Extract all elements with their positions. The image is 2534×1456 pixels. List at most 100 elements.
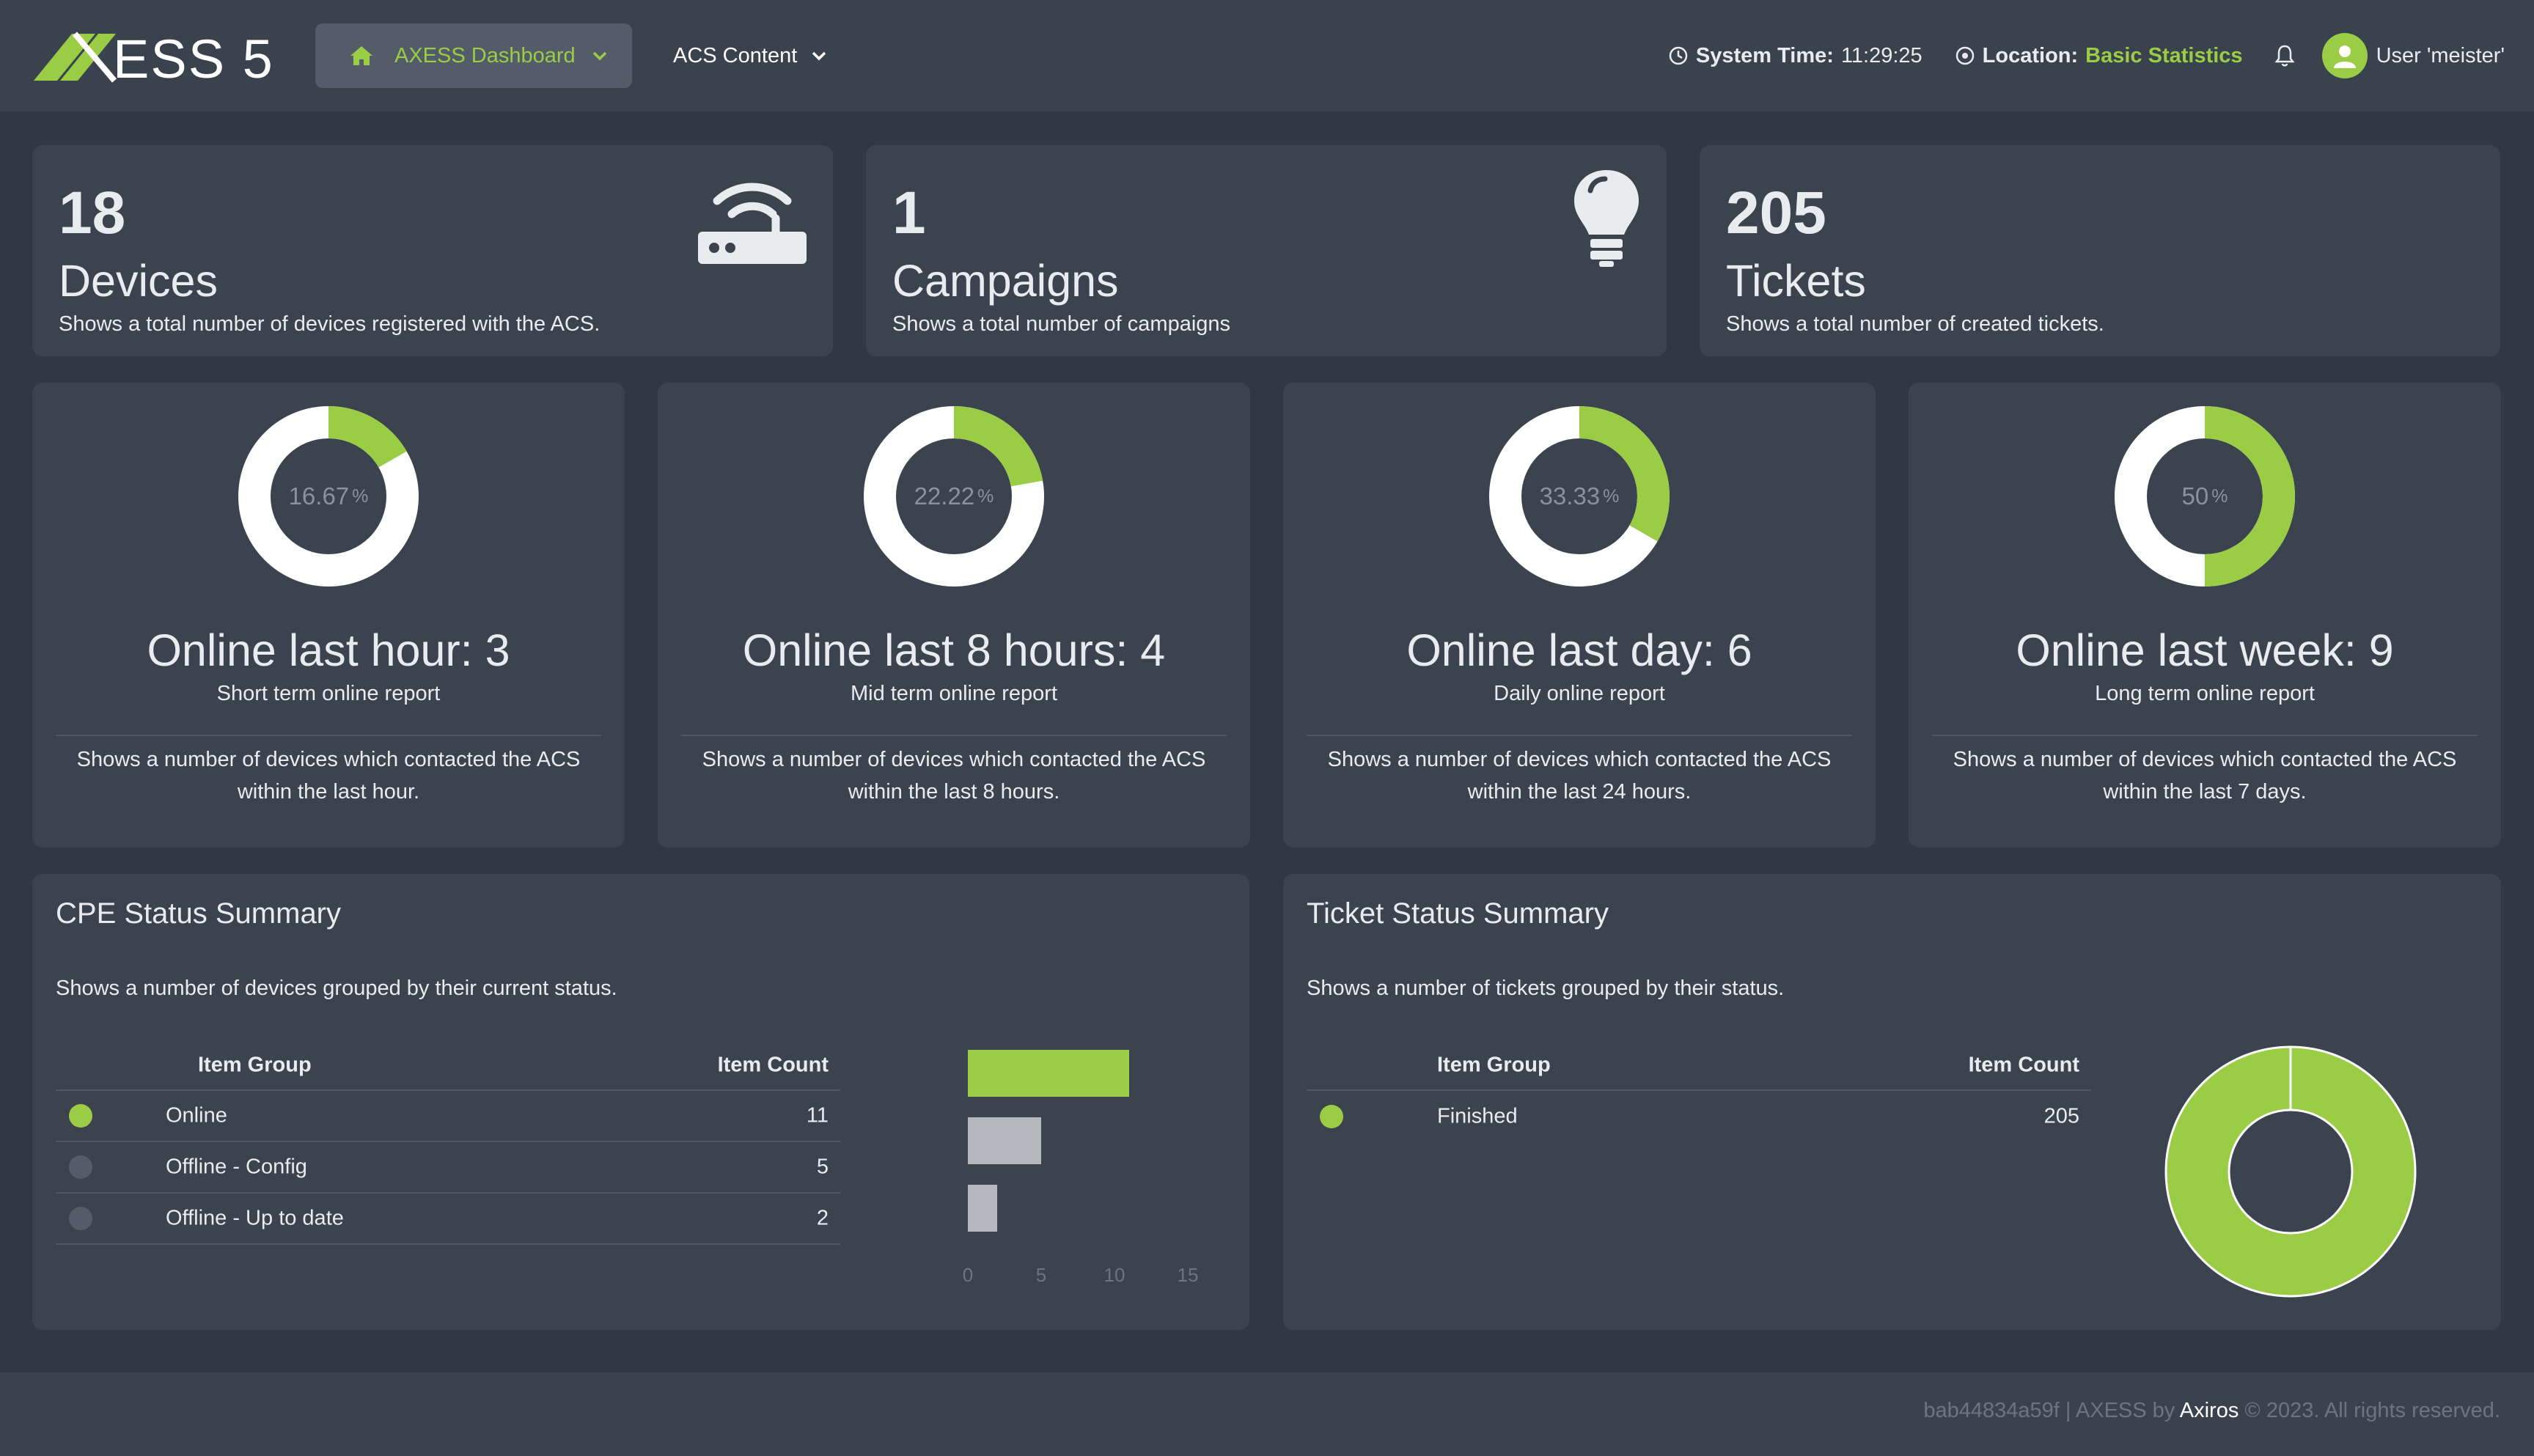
campaigns-card: 1 Campaigns Shows a total number of camp… (866, 145, 1667, 356)
donut-percent-sign: % (1603, 485, 1620, 507)
online-title: Online last hour: 3 (147, 625, 510, 675)
campaigns-title: Campaigns (892, 256, 1119, 306)
item-group: Finished (1437, 1104, 1518, 1128)
online-title: Online last day: 6 (1406, 625, 1752, 675)
system-time-label: System Time: (1695, 43, 1834, 67)
nav-axess-dashboard[interactable]: AXESS Dashboard (315, 23, 632, 88)
x-tick-label: 10 (1104, 1264, 1125, 1286)
online-donut: 50% (2113, 405, 2296, 588)
ticket-table: Item Group Item Count Finished 205 (1307, 1041, 2091, 1142)
location-icon (1955, 46, 1974, 65)
system-time: System Time: 11:29:25 (1668, 44, 1922, 68)
footer-copyright: © 2023. All rights reserved. (2239, 1399, 2500, 1422)
pie-outline-inner (2228, 1108, 2354, 1235)
chevron-down-icon (592, 51, 606, 61)
user-avatar[interactable] (2321, 33, 2368, 78)
cpe-summary-desc: Shows a number of devices grouped by the… (56, 977, 617, 1000)
system-time-value: 11:29:25 (1840, 43, 1922, 67)
status-dot-online (69, 1104, 92, 1128)
status-dot-offline (69, 1207, 92, 1230)
table-row[interactable]: Offline - Config 5 (56, 1142, 840, 1194)
online-card-day: 33.33% Online last day: 6 Daily online r… (1283, 383, 1876, 848)
item-count: 11 (806, 1103, 829, 1128)
divider (1307, 735, 1852, 736)
online-card-8hours: 22.22% Online last 8 hours: 4 Mid term o… (658, 383, 1250, 848)
ticket-pie-chart (2160, 1041, 2421, 1302)
axess-logo[interactable]: ESS 5 (34, 29, 287, 89)
chevron-down-icon (812, 51, 826, 61)
location-value[interactable]: Basic Statistics (2085, 44, 2242, 68)
footer-hash: bab44834a59f | AXESS by (1923, 1399, 2180, 1422)
online-card-hour: 16.67% Online last hour: 3 Short term on… (32, 383, 625, 848)
online-desc: Shows a number of devices which contacte… (1327, 748, 1832, 804)
online-desc: Shows a number of devices which contacte… (76, 748, 581, 804)
online-donut: 22.22% (862, 405, 1046, 588)
table-header: Item Group Item Count (1307, 1041, 2091, 1091)
online-card-week: 50% Online last week: 9 Long term online… (1909, 383, 2501, 848)
ticket-summary-desc: Shows a number of tickets grouped by the… (1307, 977, 1785, 1000)
devices-title: Devices (59, 256, 218, 306)
donut-percent: 16.67 (288, 482, 350, 510)
bar-offline-config (968, 1117, 1041, 1164)
devices-card: 18 Devices Shows a total number of devic… (32, 145, 833, 356)
lightbulb-icon (1574, 170, 1639, 267)
location-label: Location: (1982, 43, 2079, 67)
devices-count: 18 (59, 180, 126, 246)
status-area: System Time: 11:29:25 Location: Basic St… (1668, 33, 2505, 78)
col-item-group: Item Group (198, 1053, 312, 1077)
online-subtitle: Long term online report (2095, 682, 2315, 705)
svg-text:ESS 5: ESS 5 (113, 29, 274, 84)
cpe-bar-chart: 0 5 10 15 (939, 1026, 1217, 1290)
online-desc: Shows a number of devices which contacte… (1953, 748, 2457, 804)
tickets-desc: Shows a total number of created tickets. (1726, 312, 2104, 336)
footer-brand-link[interactable]: Axiros (2180, 1399, 2239, 1422)
online-subtitle: Mid term online report (850, 682, 1058, 705)
location: Location: Basic Statistics (1955, 44, 2243, 68)
bell-icon[interactable] (2274, 44, 2296, 67)
top-navbar: ESS 5 AXESS Dashboard ACS Content System… (0, 0, 2534, 111)
donut-percent-sign: % (2211, 485, 2228, 507)
x-tick-label: 0 (963, 1264, 973, 1286)
table-row[interactable]: Finished 205 (1307, 1091, 2091, 1142)
footer-text: bab44834a59f | AXESS by Axiros © 2023. A… (1923, 1399, 2500, 1423)
donut-percent-sign: % (352, 485, 369, 507)
item-count: 5 (816, 1155, 829, 1179)
online-subtitle: Daily online report (1494, 682, 1665, 705)
nav-acs-content[interactable]: ACS Content (673, 23, 828, 88)
devices-desc: Shows a total number of devices register… (59, 312, 601, 336)
item-count: 205 (2043, 1104, 2079, 1128)
campaigns-count: 1 (892, 180, 926, 246)
divider (56, 735, 601, 736)
col-item-count: Item Count (717, 1053, 829, 1077)
nav-acs-label: ACS Content (673, 43, 798, 67)
item-group: Offline - Config (166, 1155, 307, 1179)
x-tick-label: 5 (1036, 1264, 1046, 1286)
table-header: Item Group Item Count (56, 1041, 840, 1091)
user-name[interactable]: User 'meister' (2376, 44, 2505, 68)
cpe-status-summary: CPE Status Summary Shows a number of dev… (32, 874, 1249, 1330)
x-tick-label: 15 (1178, 1264, 1199, 1286)
item-group: Offline - Up to date (166, 1206, 344, 1230)
user-icon (2333, 45, 2356, 68)
online-desc: Shows a number of devices which contacte… (702, 748, 1206, 804)
table-row[interactable]: Offline - Up to date 2 (56, 1194, 840, 1245)
cpe-table: Item Group Item Count Online 11 Offline … (56, 1041, 840, 1245)
bar-online (968, 1050, 1129, 1097)
status-dot-offline (69, 1155, 92, 1179)
nav-dashboard-label: AXESS Dashboard (394, 43, 576, 67)
footer: bab44834a59f | AXESS by Axiros © 2023. A… (0, 1372, 2534, 1456)
ticket-summary-title: Ticket Status Summary (1307, 897, 1609, 930)
bar-offline-up-to-date (968, 1185, 997, 1232)
clock-icon (1669, 46, 1688, 65)
online-title: Online last week: 9 (2016, 625, 2394, 675)
pie-chart-svg (2164, 1045, 2417, 1298)
donut-percent: 33.33 (1539, 482, 1601, 510)
col-item-group: Item Group (1437, 1053, 1551, 1077)
router-icon (698, 183, 807, 264)
online-title: Online last 8 hours: 4 (742, 625, 1166, 675)
bar-chart-svg: 0 5 10 15 (963, 1050, 1199, 1286)
home-icon (350, 46, 372, 65)
divider (681, 735, 1227, 736)
table-row[interactable]: Online 11 (56, 1091, 840, 1142)
online-subtitle: Short term online report (216, 682, 441, 705)
